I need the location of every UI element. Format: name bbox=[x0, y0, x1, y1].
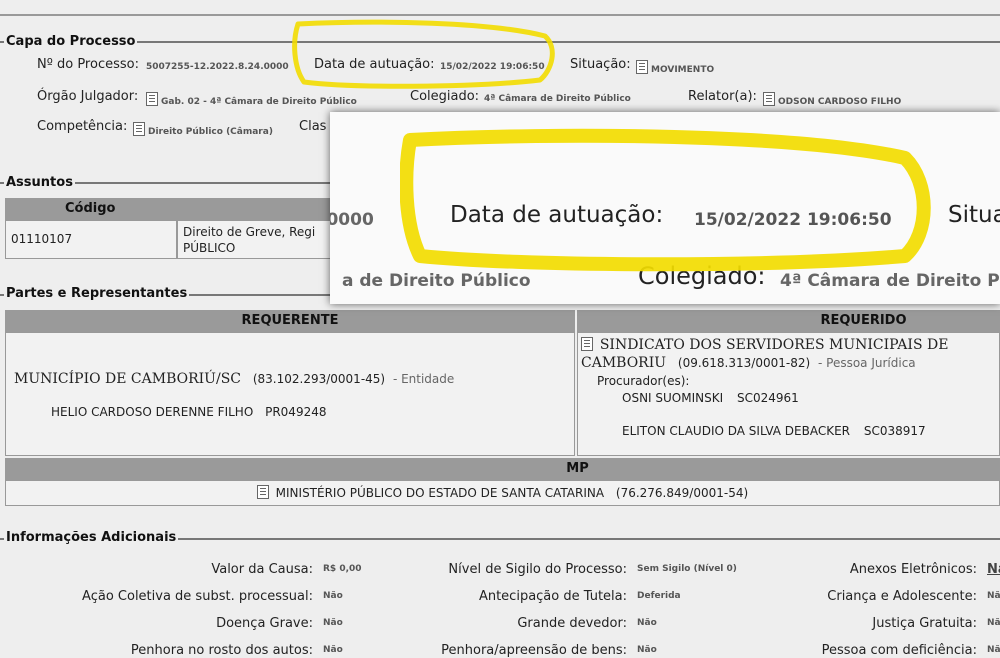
orgao-value: Gab. 02 - 4ª Câmara de Direito Público bbox=[161, 97, 357, 107]
justica-value: Nã bbox=[987, 618, 1000, 628]
requerente-name[interactable]: MUNICÍPIO DE CAMBORIÚ/SC bbox=[14, 371, 241, 387]
procuradores-label: Procurador(es): bbox=[597, 374, 690, 388]
requerido-cell: SINDICATO DOS SERVIDORES MUNICIPAIS DE C… bbox=[577, 332, 1000, 456]
orgao-label: Órgão Julgador: bbox=[37, 89, 139, 104]
deficiencia-label: Pessoa com deficiência: bbox=[821, 643, 977, 658]
requerente-lawyer-line: HELIO CARDOSO DERENNE FILHO PR049248 bbox=[51, 405, 326, 419]
orgao-field[interactable]: Gab. 02 - 4ª Câmara de Direito Público bbox=[146, 92, 357, 107]
relator-value: ODSON CARDOSO FILHO bbox=[778, 97, 902, 107]
tutela-value: Deferida bbox=[637, 591, 681, 601]
proc1-name[interactable]: OSNI SUOMINSKI bbox=[622, 391, 723, 405]
tutela-label: Antecipação de Tutela: bbox=[478, 589, 627, 604]
requerido-doc: (09.618.313/0001-82) bbox=[677, 356, 811, 370]
requerente-oab: PR049248 bbox=[265, 405, 327, 419]
anexos-value[interactable]: Nã bbox=[987, 562, 1000, 577]
procurador-2: ELITON CLAUDIO DA SILVA DEBACKER SC03891… bbox=[622, 424, 926, 438]
justica-label: Justiça Gratuita: bbox=[872, 616, 977, 631]
zoom-overlay: .0000 Data de autuação: 15/02/2022 19:06… bbox=[330, 112, 1000, 304]
mp-doc: (76.276.849/0001-54) bbox=[615, 486, 749, 500]
relator-field[interactable]: ODSON CARDOSO FILHO bbox=[763, 92, 901, 107]
zoom-situacao-label: Situação: bbox=[948, 202, 1000, 228]
competencia-value: Direito Público (Câmara) bbox=[148, 127, 273, 137]
requerido-header: REQUERIDO bbox=[577, 310, 1000, 332]
mp-header: MP bbox=[5, 458, 1000, 480]
sigilo-value: Sem Sigilo (Nível 0) bbox=[637, 564, 737, 574]
competencia-field[interactable]: Direito Público (Câmara) bbox=[133, 122, 273, 137]
requerente-cell: MUNICÍPIO DE CAMBORIÚ/SC (83.102.293/000… bbox=[5, 332, 575, 456]
highlight-circle bbox=[292, 19, 555, 89]
zoom-colegiado-label: Colegiado: bbox=[638, 262, 766, 290]
proc1-oab: SC024961 bbox=[736, 391, 799, 405]
requerido-name-line2: CAMBORIU (09.618.313/0001-82) - Pessoa J… bbox=[581, 355, 916, 371]
zoom-data-label: Data de autuação: bbox=[450, 202, 664, 228]
penhora2-label: Penhora/apreensão de bens: bbox=[441, 643, 627, 658]
devedor-value: Não bbox=[637, 618, 657, 628]
classe-label: Clas bbox=[299, 119, 327, 134]
situacao-field[interactable]: MOVIMENTO bbox=[636, 60, 714, 75]
document-icon bbox=[763, 92, 775, 106]
procurador-1: OSNI SUOMINSKI SC024961 bbox=[622, 391, 799, 405]
assuntos-header-codigo: Código bbox=[5, 198, 335, 220]
assuntos-row-desc: Direito de Greve, Regi PÚBLICO bbox=[177, 220, 337, 259]
deficiencia-value: Nã bbox=[987, 645, 1000, 655]
penhora-value: Não bbox=[323, 645, 343, 655]
data-autuacao-value: 15/02/2022 19:06:50 bbox=[440, 62, 545, 72]
proc2-name[interactable]: ELITON CLAUDIO DA SILVA DEBACKER bbox=[622, 424, 850, 438]
zoom-data-value: 15/02/2022 19:06:50 bbox=[694, 210, 892, 230]
assuntos-desc-line2: PÚBLICO bbox=[183, 241, 236, 255]
document-icon bbox=[133, 122, 145, 136]
assuntos-row-codigo: 01110107 bbox=[5, 220, 177, 259]
penhora-label: Penhora no rosto dos autos: bbox=[130, 643, 313, 658]
mp-cell: MINISTÉRIO PÚBLICO DO ESTADO DE SANTA CA… bbox=[5, 480, 1000, 506]
requerente-type: - Entidade bbox=[392, 372, 455, 386]
doenca-value: Não bbox=[323, 618, 343, 628]
anexos-label: Anexos Eletrônicos: bbox=[849, 562, 977, 577]
colegiado-label: Colegiado: bbox=[410, 89, 480, 104]
mp-name[interactable]: MINISTÉRIO PÚBLICO DO ESTADO DE SANTA CA… bbox=[276, 486, 604, 500]
requerido-name-1[interactable]: SINDICATO DOS SERVIDORES MUNICIPAIS DE bbox=[600, 337, 949, 353]
requerente-lawyer[interactable]: HELIO CARDOSO DERENNE FILHO bbox=[51, 405, 253, 419]
crianca-label: Criança e Adolescente: bbox=[827, 589, 977, 604]
situacao-label: Situação: bbox=[570, 57, 631, 72]
info-legend: Informações Adicionais bbox=[4, 530, 179, 545]
colegiado-value: 4ª Câmara de Direito Público bbox=[484, 94, 631, 104]
zoom-numero-tail: .0000 bbox=[330, 210, 374, 230]
capa-fieldset-border bbox=[0, 41, 1000, 43]
document-icon[interactable] bbox=[256, 485, 269, 499]
document-icon[interactable] bbox=[581, 337, 593, 351]
numero-value[interactable]: 5007255-12.2022.8.24.0000 bbox=[146, 62, 289, 72]
competencia-label: Competência: bbox=[37, 119, 128, 134]
valor-label: Valor da Causa: bbox=[211, 562, 313, 577]
zoom-orgao-tail: a de Direito Público bbox=[342, 271, 531, 291]
requerente-header: REQUERENTE bbox=[5, 310, 575, 332]
penhora2-value: Não bbox=[637, 645, 657, 655]
capa-legend: Capa do Processo bbox=[4, 34, 138, 49]
document-icon bbox=[146, 92, 158, 106]
requerido-type: - Pessoa Jurídica bbox=[817, 356, 916, 370]
numero-label: Nº do Processo: bbox=[37, 57, 139, 72]
requerente-line: MUNICÍPIO DE CAMBORIÚ/SC (83.102.293/000… bbox=[14, 371, 454, 387]
requerente-doc: (83.102.293/0001-45) bbox=[252, 372, 386, 386]
valor-value: R$ 0,00 bbox=[323, 564, 362, 574]
doenca-label: Doença Grave: bbox=[216, 616, 313, 631]
requerido-name-line1: SINDICATO DOS SERVIDORES MUNICIPAIS DE bbox=[581, 337, 948, 353]
devedor-label: Grande devedor: bbox=[517, 616, 627, 631]
top-border bbox=[0, 14, 1000, 16]
assuntos-legend: Assuntos bbox=[4, 175, 75, 190]
acao-label: Ação Coletiva de subst. processual: bbox=[82, 589, 313, 604]
partes-legend: Partes e Representantes bbox=[4, 286, 190, 301]
zoom-colegiado-value: 4ª Câmara de Direito Público bbox=[780, 271, 1000, 291]
proc2-oab: SC038917 bbox=[863, 424, 926, 438]
sigilo-label: Nível de Sigilo do Processo: bbox=[448, 562, 627, 577]
relator-label: Relator(a): bbox=[688, 89, 757, 104]
situacao-value: MOVIMENTO bbox=[651, 65, 715, 75]
requerido-name-2[interactable]: CAMBORIU bbox=[581, 355, 666, 371]
data-autuacao-label: Data de autuação: bbox=[314, 57, 435, 72]
assuntos-desc-line1: Direito de Greve, Regi bbox=[183, 225, 316, 239]
crianca-value: Nã bbox=[987, 591, 1000, 601]
acao-value: Não bbox=[323, 591, 343, 601]
document-icon bbox=[636, 60, 648, 74]
